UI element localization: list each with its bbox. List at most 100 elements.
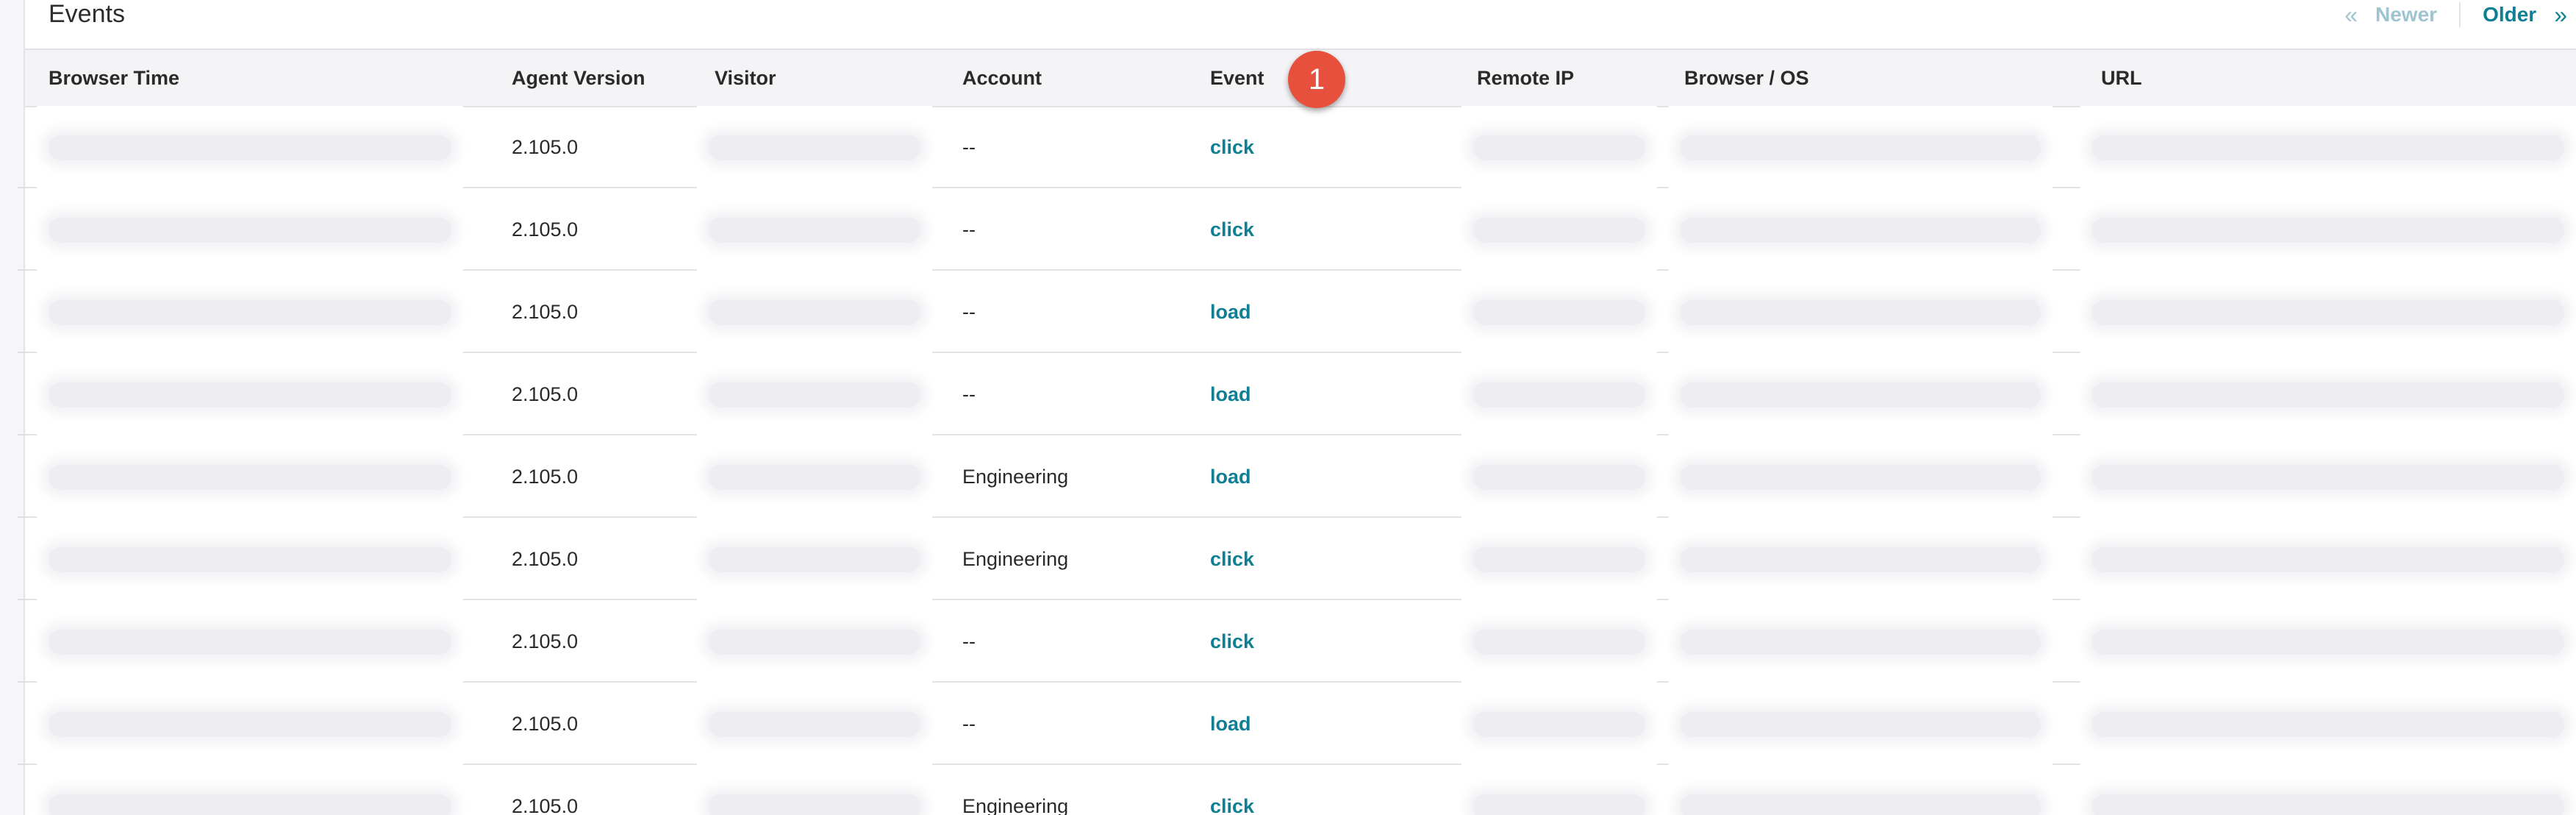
redacted-remote-ip — [1461, 106, 1657, 188]
redacted-url — [2081, 518, 2576, 600]
column-header-event[interactable]: Event — [1210, 50, 1264, 106]
table-row[interactable]: 2.105.0 -- click — [25, 188, 2576, 271]
events-table-body: 2.105.0 -- click 2.105.0 -- click 2.105.0 -- loa… — [25, 106, 2576, 815]
redaction-blur — [49, 218, 451, 243]
redaction-blur — [709, 547, 920, 572]
redacted-visitor — [697, 353, 932, 435]
cell-event-link[interactable]: click — [1210, 106, 1254, 188]
redacted-browser-time — [37, 353, 463, 435]
redacted-browser-time — [37, 435, 463, 518]
redaction-blur — [1681, 712, 2041, 737]
redacted-visitor — [697, 518, 932, 600]
redacted-visitor — [697, 683, 932, 765]
redaction-blur — [49, 300, 451, 325]
column-header-browser-time[interactable]: Browser Time — [49, 50, 179, 106]
redaction-blur — [1473, 794, 1645, 815]
cell-account: -- — [962, 136, 976, 158]
redaction-blur — [1681, 300, 2041, 325]
column-header-url[interactable]: URL — [2101, 50, 2142, 106]
redaction-blur — [2092, 218, 2564, 243]
cell-event-link[interactable]: click — [1210, 600, 1254, 683]
cell-agent-version: 2.105.0 — [512, 630, 579, 652]
redacted-browser-time — [37, 683, 463, 765]
cell-agent-version: 2.105.0 — [512, 795, 579, 815]
redacted-remote-ip — [1461, 765, 1657, 815]
redacted-visitor — [697, 106, 932, 188]
redacted-browser-os — [1669, 271, 2053, 353]
older-button[interactable]: Older » — [2483, 1, 2567, 29]
redacted-url — [2081, 106, 2576, 188]
redaction-blur — [2092, 547, 2564, 572]
column-header-agent-version[interactable]: Agent Version — [512, 50, 645, 106]
table-row[interactable]: 2.105.0 Engineering click — [25, 518, 2576, 600]
redaction-blur — [1681, 630, 2041, 655]
redacted-browser-time — [37, 765, 463, 815]
pager-divider — [2459, 2, 2461, 27]
cell-account: -- — [962, 218, 976, 241]
redaction-blur — [1681, 794, 2041, 815]
cell-event-link[interactable]: click — [1210, 188, 1254, 271]
redaction-blur — [49, 794, 451, 815]
redacted-browser-os — [1669, 518, 2053, 600]
table-row[interactable]: 2.105.0 -- load — [25, 353, 2576, 435]
column-header-browser-os[interactable]: Browser / OS — [1684, 50, 1809, 106]
cell-agent-version: 2.105.0 — [512, 136, 579, 158]
older-label: Older — [2483, 3, 2537, 26]
newer-button[interactable]: « Newer — [2344, 1, 2437, 29]
redaction-blur — [49, 382, 451, 408]
redaction-blur — [2092, 630, 2564, 655]
cell-event-link[interactable]: load — [1210, 435, 1251, 518]
cell-agent-version: 2.105.0 — [512, 218, 579, 241]
events-page: Events « Newer Older » Browser Time Agen… — [0, 0, 2576, 815]
redacted-browser-os — [1669, 683, 2053, 765]
table-row[interactable]: 2.105.0 Engineering load — [25, 435, 2576, 518]
left-rail — [0, 0, 26, 815]
table-row[interactable]: 2.105.0 -- click — [25, 106, 2576, 188]
redaction-blur — [2092, 300, 2564, 325]
redacted-remote-ip — [1461, 600, 1657, 683]
redacted-visitor — [697, 765, 932, 815]
redaction-blur — [1473, 465, 1645, 490]
cell-agent-version: 2.105.0 — [512, 301, 579, 323]
redaction-blur — [2092, 382, 2564, 408]
redaction-blur — [2092, 712, 2564, 737]
redaction-blur — [49, 547, 451, 572]
double-chevron-left-icon: « — [2344, 1, 2358, 28]
redacted-browser-os — [1669, 106, 2053, 188]
redacted-url — [2081, 271, 2576, 353]
redacted-remote-ip — [1461, 271, 1657, 353]
cell-account: Engineering — [962, 466, 1069, 488]
redacted-browser-time — [37, 600, 463, 683]
redaction-blur — [1681, 135, 2041, 160]
redaction-blur — [709, 218, 920, 243]
page-title: Events — [49, 0, 125, 28]
redaction-blur — [1681, 547, 2041, 572]
table-row[interactable]: 2.105.0 -- click — [25, 600, 2576, 683]
cell-event-link[interactable]: click — [1210, 765, 1254, 815]
redaction-blur — [1473, 135, 1645, 160]
cell-event-link[interactable]: load — [1210, 271, 1251, 353]
cell-event-link[interactable]: load — [1210, 353, 1251, 435]
newer-label: Newer — [2375, 3, 2438, 26]
redacted-browser-os — [1669, 765, 2053, 815]
column-header-remote-ip[interactable]: Remote IP — [1477, 50, 1574, 106]
redaction-blur — [709, 712, 920, 737]
redaction-blur — [709, 300, 920, 325]
panel-header: Events « Newer Older » — [25, 0, 2576, 49]
column-header-visitor[interactable]: Visitor — [715, 50, 776, 106]
column-header-account[interactable]: Account — [962, 50, 1042, 106]
cell-event-link[interactable]: click — [1210, 518, 1254, 600]
redacted-url — [2081, 188, 2576, 271]
cell-account: -- — [962, 630, 976, 652]
redacted-visitor — [697, 271, 932, 353]
cell-event-link[interactable]: load — [1210, 683, 1251, 765]
table-row[interactable]: 2.105.0 -- load — [25, 271, 2576, 353]
redacted-visitor — [697, 435, 932, 518]
table-row[interactable]: 2.105.0 Engineering click — [25, 765, 2576, 815]
redaction-blur — [1473, 547, 1645, 572]
table-row[interactable]: 2.105.0 -- load — [25, 683, 2576, 765]
redacted-browser-time — [37, 188, 463, 271]
redaction-blur — [1473, 218, 1645, 243]
redaction-blur — [1473, 630, 1645, 655]
redaction-blur — [1681, 382, 2041, 408]
